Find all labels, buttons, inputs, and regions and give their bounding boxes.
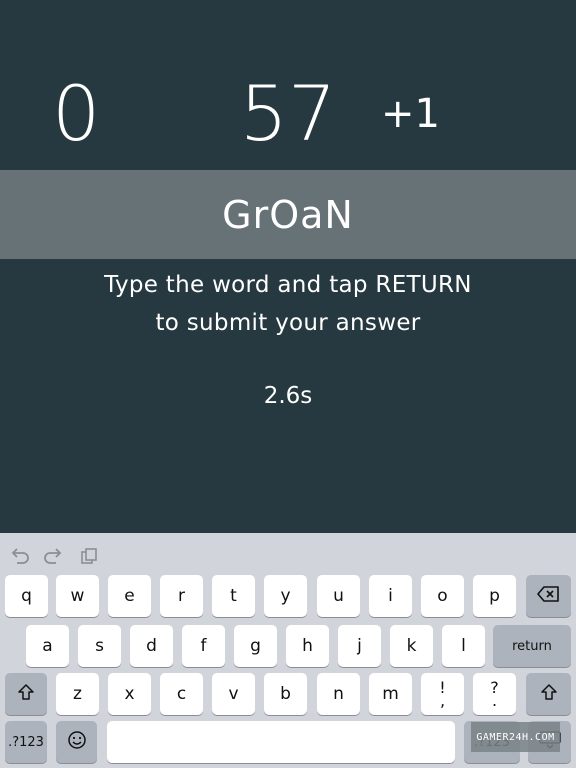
- key-r[interactable]: r: [160, 575, 203, 617]
- watermark: GAMER24H.COM: [471, 722, 560, 752]
- key-o[interactable]: o: [421, 575, 464, 617]
- delete-key[interactable]: [526, 575, 571, 617]
- key-v[interactable]: v: [212, 673, 255, 715]
- space-key[interactable]: [107, 721, 455, 763]
- shift-key-right[interactable]: [526, 673, 571, 715]
- emoji-icon: [67, 730, 87, 755]
- paste-icon[interactable]: [78, 545, 100, 567]
- instructions: Type the word and tap RETURN to submit y…: [0, 266, 576, 342]
- key-p[interactable]: p: [473, 575, 516, 617]
- shift-key-left[interactable]: [5, 673, 47, 715]
- key-s[interactable]: s: [78, 625, 121, 667]
- target-word: GrOaN: [222, 192, 354, 237]
- score-center: 57: [239, 69, 337, 158]
- emoji-key[interactable]: [56, 721, 97, 763]
- game-area: 0 57 +1 GrOaN Type the word and tap RETU…: [0, 0, 576, 533]
- key-k[interactable]: k: [390, 625, 433, 667]
- shift-icon: [540, 683, 558, 706]
- key-u[interactable]: u: [317, 575, 360, 617]
- key-f[interactable]: f: [182, 625, 225, 667]
- key-h[interactable]: h: [286, 625, 329, 667]
- key-z[interactable]: z: [56, 673, 99, 715]
- shift-icon: [17, 683, 35, 706]
- key-t[interactable]: t: [212, 575, 255, 617]
- key-n[interactable]: n: [317, 673, 360, 715]
- bonus-points: +1: [381, 91, 440, 137]
- key-a[interactable]: a: [26, 625, 69, 667]
- key-q[interactable]: q: [5, 575, 48, 617]
- key-w[interactable]: w: [56, 575, 99, 617]
- key-m[interactable]: m: [369, 673, 412, 715]
- key-y[interactable]: y: [264, 575, 307, 617]
- undo-icon[interactable]: [9, 545, 31, 567]
- key-e[interactable]: e: [108, 575, 151, 617]
- delete-icon: [536, 585, 561, 608]
- timer: 2.6s: [263, 383, 313, 409]
- key-x[interactable]: x: [108, 673, 151, 715]
- key-c[interactable]: c: [160, 673, 203, 715]
- key-comma-label: ,: [439, 691, 446, 710]
- key-period-label: .: [491, 691, 498, 710]
- instruction-line-1: Type the word and tap RETURN: [104, 272, 472, 298]
- key-g[interactable]: g: [234, 625, 277, 667]
- key-b[interactable]: b: [264, 673, 307, 715]
- instruction-line-2: to submit your answer: [155, 310, 421, 336]
- word-band: GrOaN: [0, 170, 576, 259]
- key-question-period[interactable]: ?.: [473, 673, 516, 715]
- return-key[interactable]: return: [493, 625, 571, 667]
- key-d[interactable]: d: [130, 625, 173, 667]
- key-i[interactable]: i: [369, 575, 412, 617]
- key-exclamation-comma[interactable]: !,: [421, 673, 464, 715]
- redo-icon[interactable]: [42, 545, 64, 567]
- numbers-key-left[interactable]: .?123: [5, 721, 47, 763]
- key-l[interactable]: l: [442, 625, 485, 667]
- key-j[interactable]: j: [338, 625, 381, 667]
